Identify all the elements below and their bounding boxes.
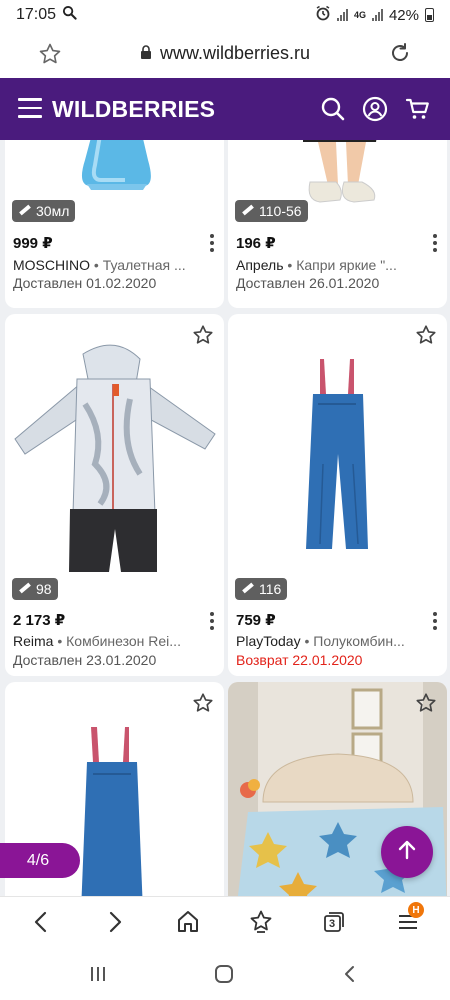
product-brand: PlayToday — [236, 633, 301, 649]
back-icon[interactable] — [30, 909, 52, 940]
product-title: Апрель • Капри яркие "... — [236, 257, 397, 273]
product-card[interactable]: 98 2 173 ₽ Reima • Комбинезон Rei... Дос… — [5, 314, 224, 676]
ruler-icon — [18, 203, 32, 220]
forward-icon[interactable] — [104, 909, 126, 940]
product-name: Комбинезон Rei... — [66, 633, 181, 649]
status-time: 17:05 — [16, 6, 57, 23]
size-text: 110-56 — [259, 203, 302, 219]
menu-badge: H — [408, 902, 424, 918]
more-options-icon[interactable] — [210, 612, 214, 633]
product-price: 759 ₽ — [236, 612, 276, 629]
favorite-star-icon[interactable] — [415, 692, 437, 719]
home-button-icon[interactable] — [214, 964, 234, 989]
site-header: WILDBERRIES — [0, 78, 450, 140]
back-button-icon[interactable] — [340, 964, 360, 989]
delivery-status: Доставлен 26.01.2020 — [236, 275, 380, 291]
arrow-up-icon — [396, 839, 418, 866]
more-options-icon[interactable] — [433, 612, 437, 633]
battery-percent: 42% — [388, 6, 419, 24]
home-icon[interactable] — [176, 909, 200, 940]
more-options-icon[interactable] — [210, 234, 214, 255]
page-indicator: 4/6 — [0, 843, 80, 878]
tabs-icon[interactable]: 3 — [320, 909, 346, 935]
product-card[interactable]: 116 759 ₽ PlayToday • Полукомбин... Возв… — [228, 314, 447, 676]
alarm-icon — [315, 5, 331, 25]
delivery-status: Доставлен 23.01.2020 — [13, 652, 157, 668]
signal-icon-2 — [371, 9, 383, 21]
size-text: 116 — [259, 581, 282, 597]
product-card[interactable]: 110-56 196 ₽ Апрель • Капри яркие "... Д… — [228, 140, 447, 308]
product-brand: Апрель — [236, 257, 284, 273]
size-badge: 110-56 — [235, 200, 308, 222]
ruler-icon — [18, 581, 32, 598]
product-price: 999 ₽ — [13, 235, 53, 252]
search-icon — [62, 5, 77, 25]
bookmarks-icon[interactable] — [248, 909, 274, 940]
more-options-icon[interactable] — [433, 234, 437, 255]
url-field[interactable]: www.wildberries.ru — [140, 43, 310, 64]
product-brand: Reima — [13, 633, 54, 649]
product-image[interactable] — [228, 314, 447, 584]
site-logo[interactable]: WILDBERRIES — [52, 96, 215, 123]
network-type: 4G — [353, 9, 366, 20]
browser-url-bar: www.wildberries.ru — [0, 30, 450, 78]
product-title: PlayToday • Полукомбин... — [236, 633, 405, 649]
product-card[interactable]: 30мл 999 ₽ MOSCHINO • Туалетная ... Дост… — [5, 140, 224, 308]
signal-icon — [336, 9, 348, 21]
product-name: Капри яркие "... — [296, 257, 397, 273]
status-bar: 17:05 4G 42% — [0, 0, 450, 30]
product-price: 2 173 ₽ — [13, 612, 66, 629]
delivery-status: Доставлен 01.02.2020 — [13, 275, 157, 291]
browser-toolbar: 3 — [0, 896, 450, 948]
favorite-star-icon[interactable] — [192, 692, 214, 719]
battery-icon — [425, 8, 434, 22]
url-text: www.wildberries.ru — [160, 43, 311, 63]
bookmark-star-icon[interactable] — [38, 42, 62, 71]
reload-icon[interactable] — [388, 41, 412, 70]
lock-icon — [140, 43, 152, 64]
size-badge: 116 — [235, 578, 288, 600]
cart-icon[interactable] — [405, 96, 431, 127]
product-name: Полукомбин... — [313, 633, 405, 649]
favorite-star-icon[interactable] — [415, 324, 437, 351]
favorite-star-icon[interactable] — [192, 324, 214, 351]
return-status: Возврат 22.01.2020 — [236, 652, 363, 668]
system-nav-bar — [0, 948, 450, 1000]
profile-icon[interactable] — [362, 96, 388, 127]
product-brand: MOSCHINO — [13, 257, 90, 273]
size-text: 98 — [36, 581, 52, 597]
product-grid: 30мл 999 ₽ MOSCHINO • Туалетная ... Дост… — [0, 140, 450, 896]
product-name: Туалетная ... — [102, 257, 186, 273]
ruler-icon — [241, 581, 255, 598]
ruler-icon — [241, 203, 255, 220]
search-icon[interactable] — [320, 96, 346, 127]
size-text: 30мл — [36, 203, 70, 219]
scroll-to-top-button[interactable] — [381, 826, 433, 878]
size-badge: 98 — [12, 578, 58, 600]
tabs-count: 3 — [329, 918, 336, 930]
product-title: Reima • Комбинезон Rei... — [13, 633, 181, 649]
recent-apps-icon[interactable] — [88, 964, 108, 989]
product-title: MOSCHINO • Туалетная ... — [13, 257, 186, 273]
size-badge: 30мл — [12, 200, 76, 222]
product-price: 196 ₽ — [236, 235, 276, 252]
product-image[interactable] — [5, 314, 224, 584]
menu-burger-icon[interactable] — [18, 98, 42, 124]
